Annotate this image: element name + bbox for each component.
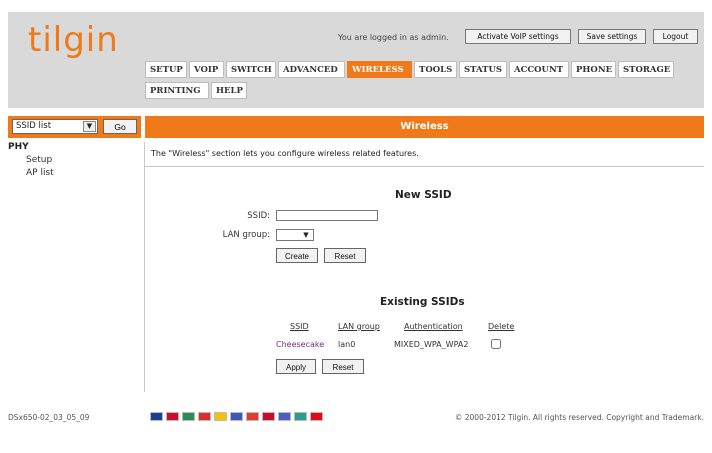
- page-selector-bar: SSID list ▼ Go: [8, 116, 141, 138]
- sidebar-item-ap-list[interactable]: AP list: [26, 168, 141, 178]
- logout-button[interactable]: Logout: [653, 29, 698, 44]
- ssid-cell-link[interactable]: Cheesecake: [276, 340, 324, 349]
- reset-existing-button[interactable]: Reset: [322, 359, 364, 374]
- column-header-delete[interactable]: Delete: [488, 322, 514, 331]
- language-flag-icon[interactable]: [214, 412, 227, 421]
- content-divider: [145, 166, 704, 167]
- firmware-version: DSx650-02_03_05_09: [8, 413, 90, 422]
- column-header-lan-group[interactable]: LAN group: [338, 322, 380, 331]
- language-flag-icon[interactable]: [230, 412, 243, 421]
- sidebar-group-phy: PHY: [8, 142, 29, 152]
- page-select[interactable]: SSID list ▼: [12, 119, 98, 134]
- new-ssid-heading: New SSID: [395, 189, 452, 201]
- lan-group-select[interactable]: ▼: [276, 229, 314, 241]
- header-bar: tilgin You are logged in as admin. Activ…: [8, 12, 704, 108]
- tab-tools[interactable]: TOOLS: [414, 61, 457, 78]
- go-button[interactable]: Go: [103, 119, 137, 134]
- tab-printing[interactable]: PRINTING: [145, 82, 209, 99]
- reset-new-ssid-button[interactable]: Reset: [324, 248, 366, 263]
- tab-setup[interactable]: SETUP: [145, 61, 187, 78]
- create-button[interactable]: Create: [276, 248, 318, 263]
- tab-wireless[interactable]: WIRELESS: [347, 61, 412, 78]
- delete-checkbox[interactable]: [491, 339, 501, 349]
- language-flag-icon[interactable]: [150, 412, 163, 421]
- copyright-text: © 2000-2012 Tilgin. All rights reserved.…: [454, 413, 704, 422]
- page-title: Wireless: [145, 116, 704, 138]
- tab-phone[interactable]: PHONE: [571, 61, 616, 78]
- language-flag-icon[interactable]: [246, 412, 259, 421]
- save-settings-button[interactable]: Save settings: [578, 29, 646, 44]
- column-header-ssid[interactable]: SSID: [290, 322, 309, 331]
- existing-ssids-heading: Existing SSIDs: [380, 296, 465, 308]
- apply-button[interactable]: Apply: [276, 359, 316, 374]
- tab-account[interactable]: ACCOUNT: [509, 61, 569, 78]
- language-flag-icon[interactable]: [310, 412, 323, 421]
- sidebar-item-setup[interactable]: Setup: [26, 155, 141, 165]
- chevron-down-icon[interactable]: ▼: [83, 121, 96, 132]
- ssid-input[interactable]: [276, 210, 378, 221]
- tab-storage[interactable]: STORAGE: [618, 61, 674, 78]
- column-header-authentication[interactable]: Authentication: [404, 322, 463, 331]
- tab-help[interactable]: HELP: [211, 82, 247, 99]
- language-flag-icon[interactable]: [278, 412, 291, 421]
- tab-switch[interactable]: SWITCH: [226, 61, 276, 78]
- lan-group-cell: lan0: [338, 340, 356, 349]
- login-status-text: You are logged in as admin.: [338, 33, 449, 42]
- authentication-cell: MIXED_WPA_WPA2: [394, 340, 469, 349]
- chevron-down-icon[interactable]: ▼: [300, 230, 312, 240]
- tab-advanced[interactable]: ADVANCED: [278, 61, 345, 78]
- lan-group-label: LAN group:: [222, 230, 270, 240]
- language-flag-icon[interactable]: [262, 412, 275, 421]
- language-flag-icon[interactable]: [166, 412, 179, 421]
- language-flag-icon[interactable]: [182, 412, 195, 421]
- page-select-value: SSID list: [16, 121, 52, 131]
- ssid-label: SSID:: [247, 211, 270, 221]
- section-description: The "Wireless" section lets you configur…: [151, 149, 419, 158]
- language-flag-icon[interactable]: [294, 412, 307, 421]
- language-flag-icon[interactable]: [198, 412, 211, 421]
- tab-status[interactable]: STATUS: [459, 61, 507, 78]
- tilgin-logo[interactable]: tilgin: [28, 20, 119, 60]
- activate-voip-button[interactable]: Activate VoIP settings: [465, 29, 571, 44]
- tab-voip[interactable]: VOIP: [189, 61, 224, 78]
- sidebar-divider: [144, 142, 145, 392]
- sidebar: PHY Setup AP list: [8, 142, 141, 178]
